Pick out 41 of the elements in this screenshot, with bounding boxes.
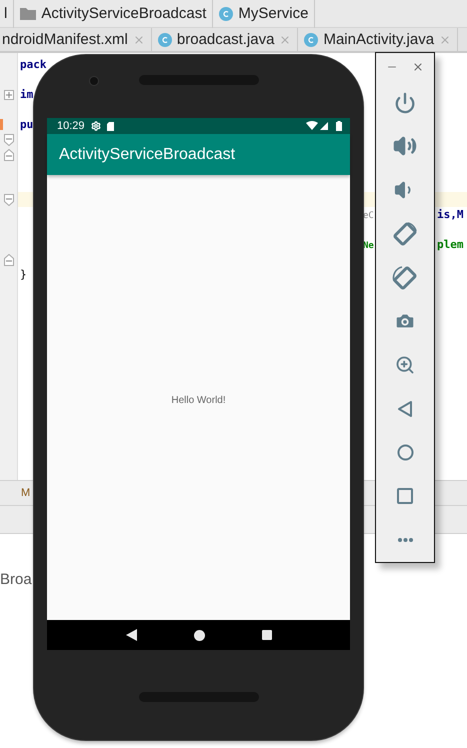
code-text: plem — [437, 238, 464, 251]
overview-icon — [397, 488, 413, 504]
editor-tab[interactable]: ndroidManifest.xml — [0, 28, 152, 51]
status-time: 10:29 — [57, 120, 85, 132]
sd-card-icon — [106, 122, 114, 130]
settings-icon — [90, 121, 101, 131]
code-text: pack — [20, 58, 46, 71]
expand-fold-icon[interactable] — [4, 90, 14, 100]
class-icon — [158, 32, 172, 46]
editor-tab[interactable]: broadcast.java — [152, 28, 298, 51]
app-title: ActivityServiceBroadcast — [59, 146, 236, 164]
tool-window-tab[interactable]: M — [21, 487, 30, 499]
console-text: Broa — [0, 571, 32, 588]
back-icon[interactable] — [126, 629, 136, 641]
home-icon[interactable] — [194, 630, 204, 640]
battery-icon — [336, 121, 342, 131]
camera-lens-icon — [89, 76, 99, 86]
collapse-fold-icon[interactable] — [4, 148, 14, 160]
more-icon — [398, 538, 412, 542]
code-text: pu — [20, 118, 34, 131]
code-text: } — [20, 268, 27, 281]
code-text: im — [20, 88, 34, 101]
overview-icon[interactable] — [262, 630, 272, 640]
rotate-left-icon — [392, 220, 418, 247]
code-text: is,M — [437, 208, 464, 221]
back-icon — [397, 400, 413, 418]
volume-up-icon — [393, 134, 417, 158]
zoom-in-icon — [395, 355, 415, 376]
class-icon — [304, 32, 318, 46]
collapse-fold-icon[interactable] — [4, 134, 14, 146]
hello-text: Hello World! — [171, 395, 226, 406]
collapse-fold-icon[interactable] — [4, 254, 14, 266]
close-icon[interactable] — [412, 60, 424, 73]
power-icon — [394, 92, 416, 114]
editor-tab[interactable]: MainActivity.java — [298, 28, 458, 51]
collapse-fold-icon[interactable] — [4, 194, 14, 206]
home-icon — [396, 444, 414, 462]
class-icon — [219, 6, 234, 20]
folder-icon — [20, 7, 36, 20]
signal-icon — [306, 121, 330, 131]
rotate-right-icon — [392, 264, 418, 291]
